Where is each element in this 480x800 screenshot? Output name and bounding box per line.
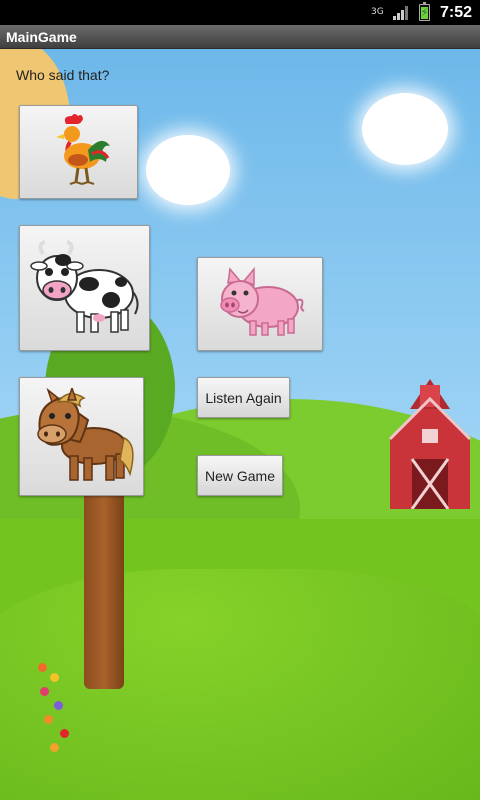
battery-charging-icon: ⚡ [418,2,430,21]
flowers [30,659,90,759]
status-time: 7:52 [439,3,472,21]
question-prompt: Who said that? [16,67,110,83]
horse-button[interactable] [19,377,144,496]
network-type-indicator: 3G [370,7,384,17]
tree-trunk [84,479,124,689]
app-title: MainGame [6,29,77,45]
pig-button[interactable] [197,257,323,351]
status-bar: 3G ⚡ 7:52 [0,0,480,25]
listen-again-button[interactable]: Listen Again [197,377,290,418]
new-game-button[interactable]: New Game [197,455,283,496]
horse-icon [36,387,134,481]
rooster-icon [55,114,110,185]
cow-button[interactable] [19,225,150,351]
pig-icon [220,267,305,336]
signal-icon [392,5,409,20]
app-title-bar: MainGame [0,25,480,49]
cloud [362,93,448,165]
cloud [146,135,230,205]
rooster-button[interactable] [19,105,138,199]
barn-icon [388,379,472,509]
cow-icon [29,240,139,333]
